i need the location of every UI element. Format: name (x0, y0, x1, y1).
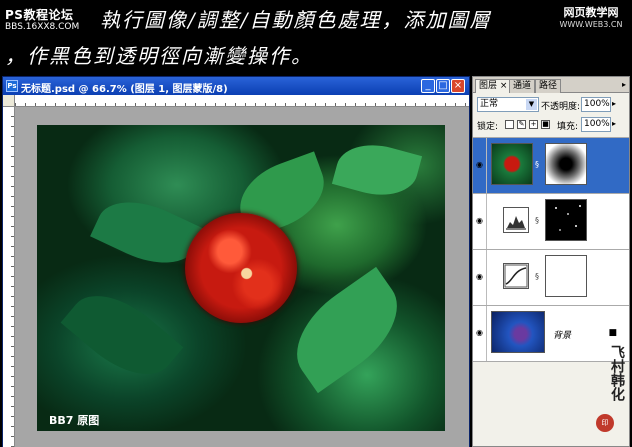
layer-row[interactable]: ◉ § (473, 249, 629, 306)
lock-transparency-icon[interactable] (505, 120, 514, 129)
close-button[interactable]: × (451, 79, 465, 93)
tutorial-caption-line2: ，作黑色到透明徑向漸變操作。 (5, 44, 313, 68)
visibility-toggle[interactable]: ◉ (473, 194, 487, 250)
opacity-input[interactable]: 100% (581, 97, 611, 112)
layer-mask-thumbnail[interactable] (545, 143, 587, 185)
layer-mask-thumbnail[interactable] (545, 199, 587, 241)
layer-row[interactable]: ◉ § (473, 193, 629, 250)
chevron-down-icon: ▼ (526, 99, 537, 110)
opacity-label: 不透明度: (541, 102, 581, 112)
mask-speckle (555, 205, 581, 231)
curves-adjustment-icon[interactable] (503, 263, 529, 289)
visibility-toggle[interactable]: ◉ (473, 250, 487, 306)
levels-adjustment-icon[interactable] (503, 207, 529, 233)
site-watermark: 网页教学网 WWW.WEB3.CN (553, 4, 629, 32)
blend-opacity-row: 正常 ▼ 不透明度: 100% ▸ (477, 97, 627, 113)
document-titlebar[interactable]: Ps 无标题.psd @ 66.7% (图层 1, 图层蒙版/8) _ □ × (3, 77, 469, 95)
visibility-toggle[interactable]: ◉ (473, 138, 487, 194)
tab-channels[interactable]: 通道 (509, 79, 536, 93)
document-window: Ps 无标题.psd @ 66.7% (图层 1, 图层蒙版/8) _ □ × … (2, 76, 470, 447)
maximize-button[interactable]: □ (436, 79, 450, 93)
lock-label: 锁定: (477, 122, 499, 132)
document-title: 无标题.psd @ 66.7% (图层 1, 图层蒙版/8) (21, 84, 228, 95)
vertical-ruler[interactable] (3, 107, 15, 447)
lock-image-icon[interactable]: ✎ (517, 120, 526, 129)
photo-caption: BB7 原图 (49, 414, 100, 427)
opacity-slider-icon[interactable]: ▸ (612, 99, 616, 108)
eye-icon: ◉ (476, 272, 483, 281)
link-icon[interactable]: § (535, 216, 539, 225)
horizontal-ruler[interactable] (15, 95, 469, 107)
link-icon[interactable]: § (535, 272, 539, 281)
fill-label: 填充: (557, 122, 579, 132)
photoshop-doc-icon: Ps (6, 80, 18, 92)
histogram-icon (506, 216, 526, 230)
lock-icon: ■ (608, 328, 617, 338)
ruler-corner[interactable] (3, 95, 15, 107)
layer-mask-thumbnail[interactable] (545, 255, 587, 297)
leaf-shape (331, 135, 423, 205)
red-seal-stamp: 印 (596, 414, 614, 432)
tab-layers[interactable]: 图层 × (475, 79, 512, 93)
curve-icon (504, 264, 528, 288)
tutorial-caption-line1: 執行圖像/調整/自動顏色處理，添加圖層 (100, 8, 492, 32)
layer-row[interactable]: ◉ § (473, 137, 629, 194)
blend-mode-select[interactable]: 正常 ▼ (477, 97, 539, 112)
canvas-area[interactable]: BB7 原图 (15, 107, 469, 447)
fill-slider-icon[interactable]: ▸ (612, 119, 616, 128)
tab-paths[interactable]: 路径 (535, 79, 562, 93)
link-icon[interactable]: § (535, 160, 539, 169)
forum-logo-title: PS教程论坛 (5, 8, 74, 22)
minimize-button[interactable]: _ (421, 79, 435, 93)
tutorial-banner: PS教程论坛 BBS.16XX8.COM 執行圖像/調整/自動顏色處理，添加圖層… (0, 0, 632, 72)
blend-mode-value: 正常 (480, 99, 499, 109)
panel-tabs: 图层 × 通道 路径 ▸ (473, 77, 629, 93)
layer-thumbnail[interactable] (491, 143, 533, 185)
fill-input[interactable]: 100% (581, 117, 611, 132)
forum-logo-url: BBS.16XX8.COM (5, 22, 80, 32)
layer-name[interactable]: 背景 (553, 328, 571, 341)
site-watermark-url: WWW.WEB3.CN (559, 20, 623, 29)
leaf-shape (277, 266, 417, 394)
lock-position-icon[interactable]: + (529, 120, 538, 129)
leaf-shape (60, 276, 184, 394)
panel-menu-icon[interactable]: ▸ (622, 80, 626, 89)
eye-icon: ◉ (476, 328, 483, 337)
site-watermark-name: 网页教学网 (563, 6, 619, 19)
red-hibiscus-flower (185, 213, 297, 323)
eye-icon: ◉ (476, 216, 483, 225)
lock-all-icon[interactable]: ■ (541, 120, 550, 129)
flower-photo[interactable]: BB7 原图 (37, 125, 445, 431)
lock-fill-row: 锁定: ✎ + ■ 填充: 100% ▸ (477, 117, 627, 133)
background-thumbnail[interactable] (491, 311, 545, 353)
eye-icon: ◉ (476, 160, 483, 169)
visibility-toggle[interactable]: ◉ (473, 306, 487, 362)
